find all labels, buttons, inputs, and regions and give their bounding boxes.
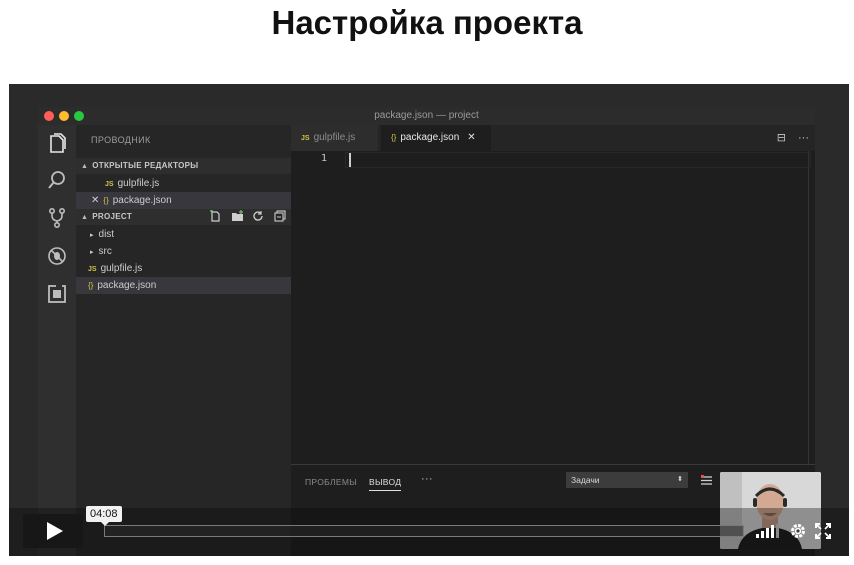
new-folder-icon[interactable] [231, 210, 244, 222]
text-cursor [349, 153, 351, 167]
video-player[interactable]: package.json — project ПРОВОДНИК ▲ ОТКРЫТ… [9, 84, 849, 556]
close-icon[interactable]: ✕ [91, 195, 99, 206]
tab-package-json[interactable]: {} package.json ✕ [381, 125, 491, 151]
explorer-sidebar: ПРОВОДНИК ▲ ОТКРЫТЫЕ РЕДАКТОРЫ JS gulpfile… [76, 125, 291, 556]
fullscreen-icon[interactable] [815, 523, 831, 539]
open-editors-section[interactable]: ▲ ОТКРЫТЫЕ РЕДАКТОРЫ [76, 158, 291, 174]
play-icon [47, 522, 63, 540]
tab-gulpfile[interactable]: JS gulpfile.js [291, 125, 378, 151]
page-title: Настройка проекта [271, 4, 583, 41]
time-tooltip: 04:08 [86, 506, 122, 526]
source-control-icon[interactable] [46, 207, 68, 229]
json-file-icon: {} [88, 281, 94, 290]
chevron-down-icon: ▲ [81, 214, 89, 221]
files-icon[interactable] [46, 133, 68, 155]
current-line-highlight [345, 152, 811, 168]
js-file-icon: JS [88, 266, 97, 273]
project-item-dist[interactable]: ▸ dist [76, 226, 291, 243]
editor-actions: ⊟ ··· [765, 131, 809, 144]
explorer-header: ПРОВОДНИК [91, 135, 151, 145]
js-file-icon: JS [301, 135, 310, 142]
clear-output-icon[interactable] [701, 473, 712, 485]
volume-icon[interactable] [756, 524, 780, 538]
new-file-icon[interactable] [209, 210, 222, 222]
search-icon[interactable] [46, 169, 68, 191]
window-titlebar: package.json — project [38, 107, 815, 125]
split-editor-icon[interactable]: ⊟ [777, 132, 786, 144]
play-button[interactable] [23, 514, 83, 548]
project-actions [203, 210, 287, 224]
task-select[interactable]: Задачи ⬍ [566, 472, 688, 488]
select-arrows-icon: ⬍ [677, 476, 683, 483]
debug-icon[interactable] [46, 245, 68, 267]
project-item-src[interactable]: ▸ src [76, 243, 291, 260]
open-editor-item[interactable]: ✕{} package.json [76, 192, 291, 209]
tab-problems[interactable]: ПРОБЛЕМЫ [305, 477, 357, 487]
gear-icon[interactable] [789, 522, 807, 540]
activity-bar [38, 125, 76, 556]
chevron-down-icon: ▲ [81, 163, 89, 170]
more-actions-icon[interactable]: ··· [798, 132, 809, 144]
panel-more-icon[interactable]: ··· [421, 473, 433, 485]
code-editor[interactable]: 1 [291, 151, 815, 464]
editor-scrollbar[interactable] [808, 151, 809, 464]
line-number: 1 [321, 153, 328, 164]
refresh-icon[interactable] [252, 210, 265, 222]
vscode-window: package.json — project ПРОВОДНИК ▲ ОТКРЫТ… [38, 107, 815, 556]
close-tab-icon[interactable]: ✕ [467, 132, 475, 143]
project-item-package-json[interactable]: {} package.json [76, 277, 291, 294]
folder-chevron-icon: ▸ [90, 249, 94, 256]
tab-output[interactable]: ВЫВОД [369, 477, 402, 491]
editor-tabbar: JS gulpfile.js {} package.json ✕ ⊟ ··· [291, 125, 815, 151]
json-file-icon: {} [391, 133, 397, 142]
folder-chevron-icon: ▸ [90, 232, 94, 239]
open-editor-item[interactable]: JS gulpfile.js [76, 175, 291, 192]
window-title: package.json — project [374, 110, 479, 121]
project-item-gulpfile[interactable]: JS gulpfile.js [76, 260, 291, 277]
player-controls: 04:08 [9, 506, 849, 556]
collapse-all-icon[interactable] [274, 210, 287, 222]
project-section[interactable]: ▲ PROJECT [76, 209, 291, 225]
js-file-icon: JS [105, 181, 114, 188]
json-file-icon: {} [103, 196, 109, 205]
progress-bar[interactable] [104, 525, 744, 537]
extensions-icon[interactable] [46, 283, 68, 305]
